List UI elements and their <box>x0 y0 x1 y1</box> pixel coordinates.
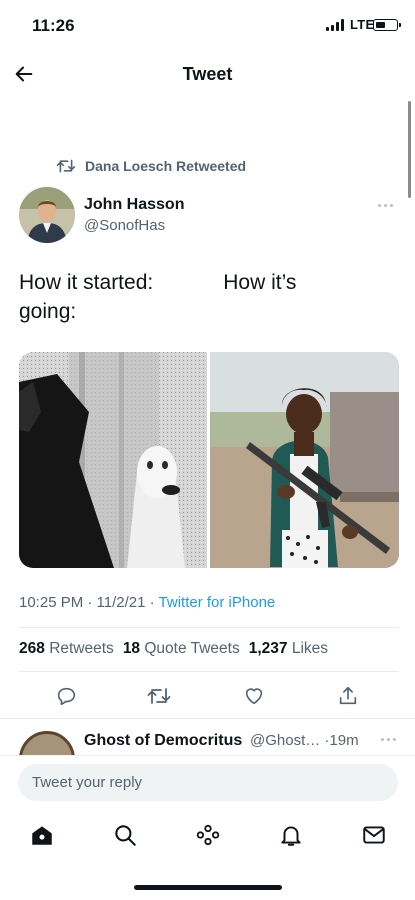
author-name[interactable]: John Hasson <box>84 196 184 214</box>
media-image-right[interactable] <box>210 352 399 568</box>
tweet-meta: 10:25 PM · 11/2/21 · Twitter for iPhone <box>19 594 275 611</box>
more-icon <box>378 203 381 207</box>
reply-author-handle: @Ghost… ·19m <box>250 732 359 749</box>
status-time: 11:26 <box>32 16 75 35</box>
reply-author-name[interactable]: Ghost of Democritus <box>84 732 242 750</box>
author-handle[interactable]: @SonofHas <box>84 217 165 234</box>
tweet-source-link[interactable]: Twitter for iPhone <box>159 594 276 611</box>
reply-tweet-preview[interactable]: Ghost of Democritus @Ghost… ·19m <box>0 719 415 755</box>
more-icon <box>381 738 384 741</box>
tweet-stats: 268 Retweets 18 Quote Tweets 1,237 Likes <box>19 640 328 658</box>
tweet-timestamp: 10:25 PM · 11/2/21 · <box>19 594 159 611</box>
tweet-text: How it started: How it’s going: <box>19 271 297 323</box>
page-title: Tweet <box>182 64 233 84</box>
search-icon <box>115 825 136 846</box>
media-image-left[interactable] <box>19 352 207 568</box>
more-options-button[interactable] <box>378 196 400 214</box>
status-bar: 11:26 LTE <box>0 0 415 52</box>
reply-time: ·19m <box>324 732 359 749</box>
retweet-icon <box>147 688 171 704</box>
bottom-tab-bar <box>0 810 415 862</box>
share-icon <box>339 686 357 705</box>
avatar-image <box>19 187 75 243</box>
retweeted-label: Dana Loesch Retweeted <box>85 158 247 174</box>
tweet-media[interactable] <box>19 352 399 568</box>
messages-icon <box>363 826 385 844</box>
tab-search[interactable] <box>110 820 140 850</box>
header: Tweet <box>0 52 415 96</box>
spaces-icon <box>196 824 220 846</box>
divider <box>19 671 399 672</box>
reply-input[interactable] <box>18 764 398 801</box>
home-icon <box>32 826 52 845</box>
scrollbar[interactable] <box>408 101 411 198</box>
quote-tweets-stat[interactable]: 18 Quote Tweets <box>123 640 240 658</box>
retweeted-by[interactable]: Dana Loesch Retweeted <box>56 158 246 174</box>
tab-messages[interactable] <box>359 820 389 850</box>
retweet-icon <box>56 159 76 173</box>
reply-icon <box>57 687 76 706</box>
tweet-actions <box>19 683 399 709</box>
reply-bar <box>0 755 415 807</box>
like-button[interactable] <box>241 683 267 709</box>
battery-icon <box>373 19 401 31</box>
reply-avatar[interactable] <box>19 731 75 755</box>
like-icon <box>245 688 263 705</box>
divider <box>19 627 399 628</box>
signal-icon <box>326 19 344 31</box>
tab-spaces[interactable] <box>193 820 223 850</box>
reply-button[interactable] <box>53 683 79 709</box>
notifications-icon <box>281 826 301 846</box>
network-label: LTE <box>350 17 375 32</box>
tab-home[interactable] <box>27 820 57 850</box>
likes-stat[interactable]: 1,237 Likes <box>249 640 328 658</box>
retweet-button[interactable] <box>146 683 172 709</box>
avatar[interactable] <box>19 187 75 243</box>
reply-more-button[interactable] <box>381 738 396 741</box>
retweets-stat[interactable]: 268 Retweets <box>19 640 114 658</box>
home-indicator[interactable] <box>134 885 282 890</box>
tab-notifications[interactable] <box>276 820 306 850</box>
share-button[interactable] <box>335 683 361 709</box>
